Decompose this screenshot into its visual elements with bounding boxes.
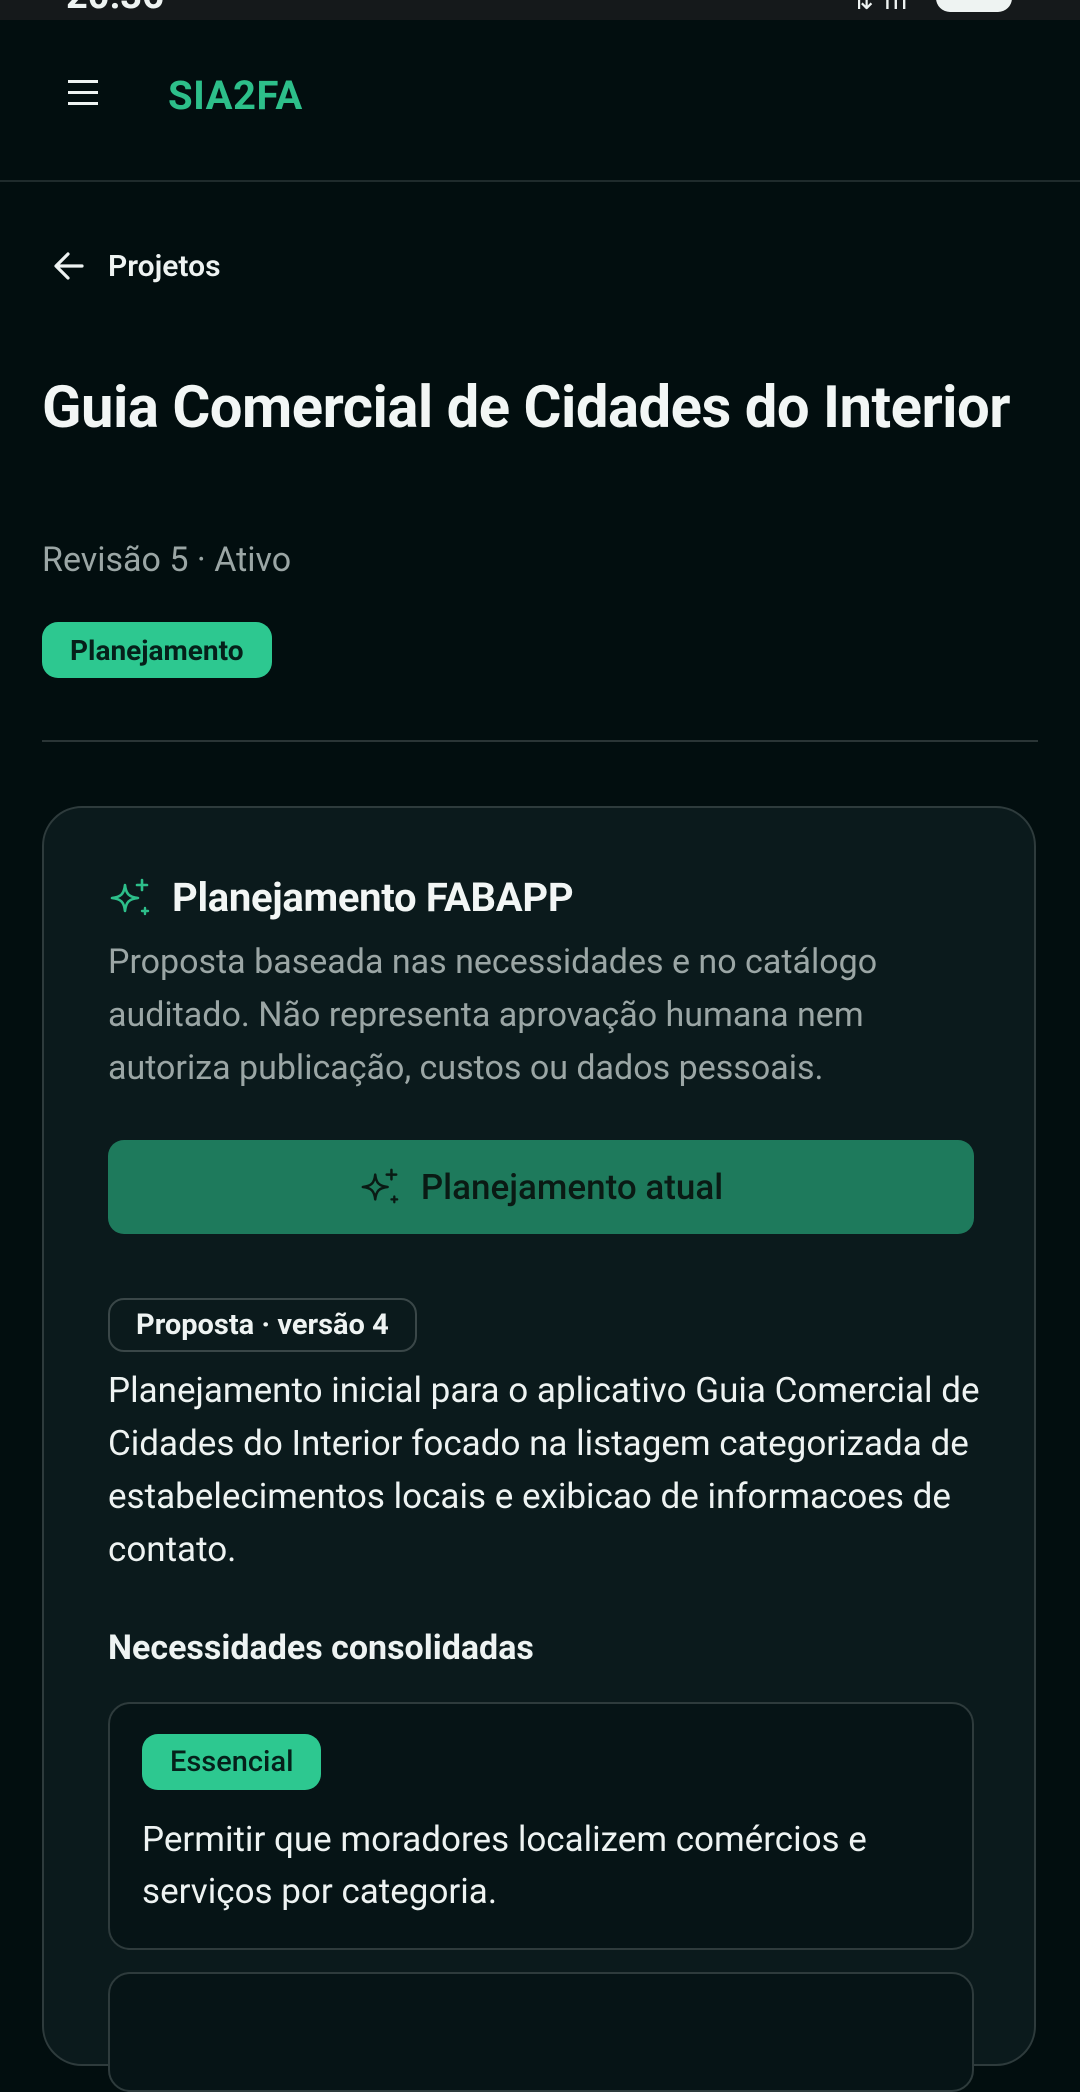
planning-card: Planejamento FABAPP Proposta baseada nas…: [42, 806, 1036, 2092]
planning-summary: Planejamento inicial para o aplicativo G…: [108, 1370, 980, 1570]
need-item: [108, 1972, 974, 2092]
priority-badge: Essencial: [142, 1734, 322, 1790]
card-header: Planejamento FABAPP: [108, 874, 574, 921]
divider: [42, 740, 1038, 742]
card-description: Proposta baseada nas necessidades e no c…: [108, 942, 878, 1088]
app-brand[interactable]: SIA2FA: [168, 72, 303, 119]
current-planning-button[interactable]: Planejamento atual: [108, 1140, 974, 1234]
sparkles-icon: [110, 878, 150, 915]
card-title: Planejamento FABAPP: [172, 874, 574, 921]
version-badge: Proposta · versão 4: [108, 1298, 417, 1352]
sparkles-icon: [361, 1168, 399, 1204]
status-badge: Planejamento: [42, 622, 272, 678]
need-text: Permitir que moradores localizem comérci…: [142, 1819, 867, 1912]
project-revision: Revisão 5 · Ativo: [42, 540, 292, 580]
needs-section-title: Necessidades consolidadas: [108, 1628, 534, 1668]
app-bar: SIA2FA: [0, 20, 1080, 182]
back-to-projects-link[interactable]: Projetos: [52, 242, 221, 290]
battery-icon: [936, 0, 1012, 12]
need-item: Essencial Permitir que moradores localiz…: [108, 1702, 974, 1950]
arrow-left-icon: [54, 252, 84, 280]
status-time: 20:36: [66, 0, 164, 18]
back-label: Projetos: [108, 248, 221, 284]
signal-icon: ⇅ ıll: [852, 0, 910, 16]
hamburger-menu-icon[interactable]: [66, 78, 114, 122]
current-planning-label: Planejamento atual: [420, 1166, 724, 1208]
page-title: Guia Comercial de Cidades do Interior: [42, 374, 1011, 442]
status-bar: 20:36 ⇅ ıll: [0, 0, 1080, 20]
